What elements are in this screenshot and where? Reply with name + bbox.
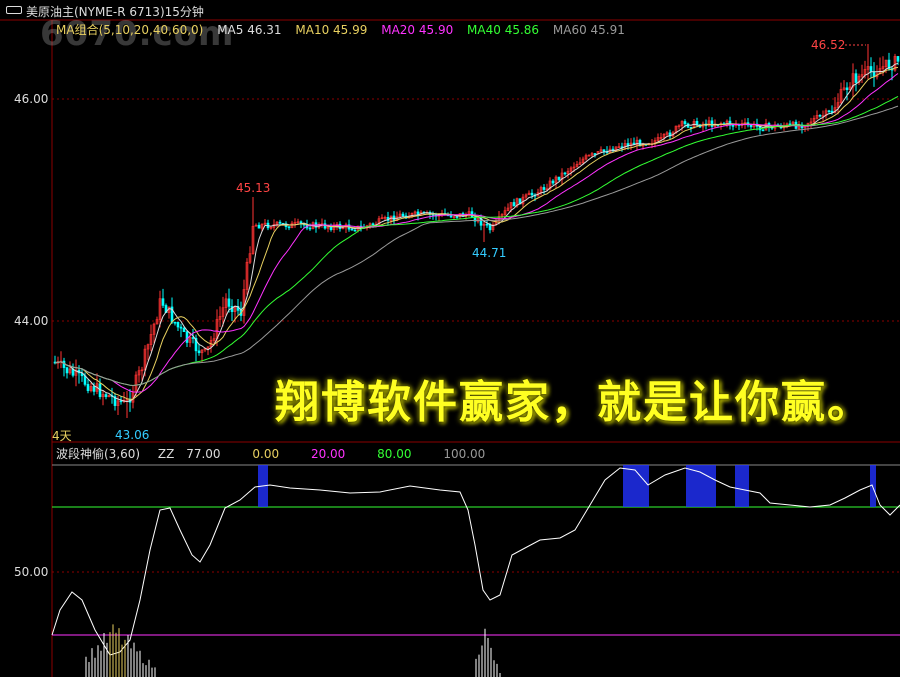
low-price-label: 43.06 xyxy=(115,428,149,442)
candle-body xyxy=(602,149,606,152)
candle-body xyxy=(185,331,189,343)
level-20: 20.00 xyxy=(310,447,346,461)
candles xyxy=(53,44,900,418)
ma10-label: MA10 45.99 xyxy=(295,23,368,37)
candle-body xyxy=(197,350,201,354)
ma60-label: MA60 45.91 xyxy=(552,23,625,37)
candle-body xyxy=(530,192,534,196)
level-100: 100.00 xyxy=(443,447,486,461)
candle-body xyxy=(710,120,714,127)
candle-body xyxy=(731,125,735,127)
candle-body xyxy=(350,228,354,231)
candle-body xyxy=(329,226,333,231)
oscillator-line xyxy=(51,467,900,656)
candle-body xyxy=(371,223,375,226)
candle-body xyxy=(161,298,165,306)
ma40-label: MA40 45.86 xyxy=(467,23,540,37)
price-axis-44: 44.00 xyxy=(14,314,49,328)
candle-body xyxy=(86,384,90,391)
candle-body xyxy=(485,223,489,226)
title-bar: 美原油主(NYME-R 6713)15分钟 xyxy=(0,0,900,20)
candle-body xyxy=(896,56,900,62)
candle-body xyxy=(104,394,108,398)
level-0: 0.00 xyxy=(252,447,280,461)
candle-body xyxy=(308,227,312,230)
ma20-label: MA20 45.90 xyxy=(381,23,454,37)
candle-body xyxy=(761,129,765,132)
candle-body xyxy=(182,327,186,333)
indicator-legend: 波段神偷(3,60) ZZ 77.00 0.00 20.00 80.00 100… xyxy=(56,445,499,462)
candle-body xyxy=(563,172,567,175)
indicator-axis-50: 50.00 xyxy=(14,565,49,579)
candle-body xyxy=(119,400,123,403)
candle-body xyxy=(695,121,699,126)
candle-body xyxy=(176,322,180,328)
level-80: 80.00 xyxy=(377,447,412,461)
high-price-label: 45.13 xyxy=(236,181,270,195)
window-icon[interactable] xyxy=(6,6,22,14)
ma10-line xyxy=(54,66,899,400)
candle-body xyxy=(818,114,822,117)
chart-title: 美原油主(NYME-R 6713)15分钟 xyxy=(26,5,204,19)
candle-body xyxy=(683,121,687,125)
mid-low-price-label: 44.71 xyxy=(472,246,506,260)
candle-body xyxy=(512,202,516,207)
candle-body xyxy=(593,153,597,155)
candle-body xyxy=(788,123,792,126)
candle-body xyxy=(173,321,177,324)
candle-body xyxy=(542,187,546,190)
candlestick-chart[interactable]: 45.13 44.71 43.06 46.52 xyxy=(0,0,900,677)
ma-legend: MA组合(5,10,20,40,60,0) MA5 46.31 MA10 45.… xyxy=(56,21,635,38)
candle-body xyxy=(257,224,261,229)
ma-combo-label: MA组合(5,10,20,40,60,0) xyxy=(56,23,204,37)
candle-body xyxy=(869,66,873,72)
candle-body xyxy=(854,73,858,83)
candle-body xyxy=(557,176,561,180)
ma40-line xyxy=(54,95,899,387)
slogan-banner: 翔博软件赢家，就是让你赢。 xyxy=(275,377,873,428)
candle-body xyxy=(179,326,183,329)
days-label: 4天 xyxy=(52,429,72,443)
ma5-label: MA5 46.31 xyxy=(217,23,282,37)
ma5-line xyxy=(54,62,899,403)
candle-body xyxy=(827,110,831,113)
candle-body xyxy=(455,216,459,218)
candle-body xyxy=(845,87,849,91)
indicator-name: 波段神偷(3,60) xyxy=(56,447,141,461)
candle-body xyxy=(287,226,291,229)
candle-body xyxy=(551,180,555,184)
price-axis-46: 46.00 xyxy=(14,92,49,106)
candle-body xyxy=(749,124,753,128)
candle-body xyxy=(353,229,357,232)
candle-body xyxy=(65,367,69,374)
indicator-value: 77.00 xyxy=(186,447,221,461)
peak-price-label: 46.52 xyxy=(811,38,845,52)
candle-body xyxy=(278,221,282,224)
ma20-line xyxy=(54,73,899,393)
candle-body xyxy=(488,224,492,231)
candle-body xyxy=(227,298,231,307)
candle-body xyxy=(401,213,405,217)
candle-body xyxy=(191,337,195,339)
candle-body xyxy=(92,386,96,392)
indicator-zz: ZZ xyxy=(157,447,175,461)
chart-window[interactable]: 45.13 44.71 43.06 46.52 6070.com 美原油主(NYME-… xyxy=(0,0,900,677)
